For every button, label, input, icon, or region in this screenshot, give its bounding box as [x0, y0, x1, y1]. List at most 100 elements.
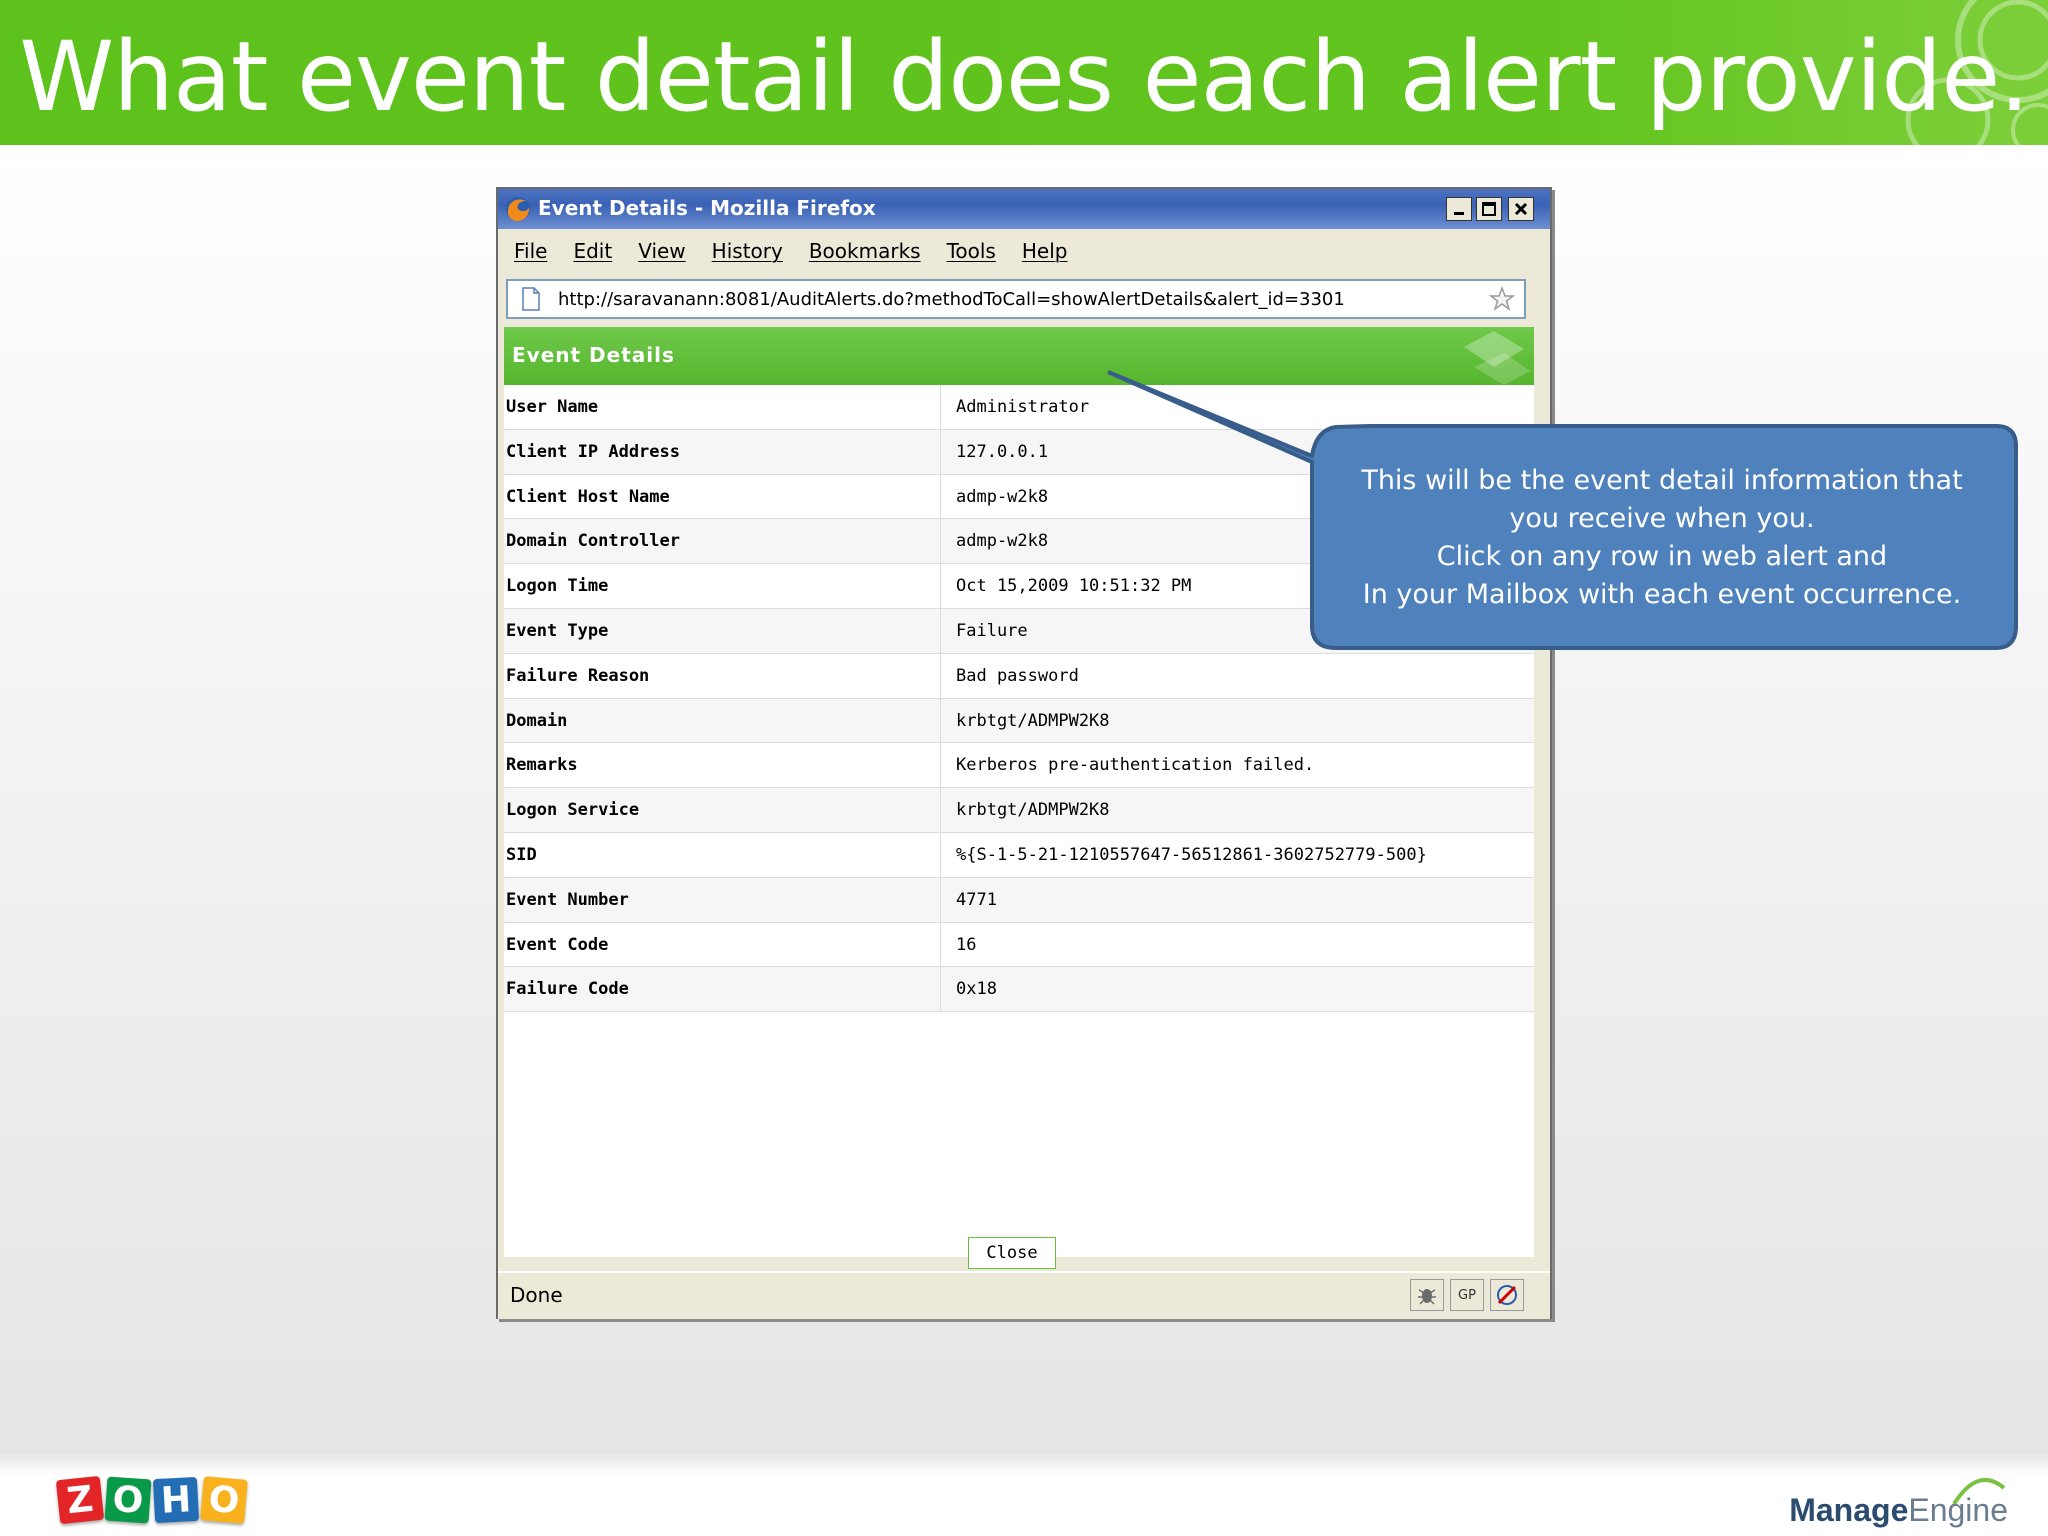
zoho-logo: Z O H O	[55, 1475, 250, 1526]
table-row[interactable]: SID %{S-1-5-21-1210557647-56512861-360275…	[504, 832, 1534, 878]
slide-header: What event detail does each alert provid…	[0, 0, 2048, 145]
row-label: Event Number	[506, 889, 629, 910]
row-label: Client IP Address	[506, 441, 680, 462]
menu-help[interactable]: Help	[1022, 239, 1068, 263]
row-label: Remarks	[506, 755, 578, 776]
blocked-icon	[1497, 1285, 1517, 1305]
brand-light: Engine	[1908, 1492, 2008, 1528]
addon-bug-icon[interactable]	[1410, 1279, 1444, 1311]
cell-divider	[940, 832, 941, 877]
row-value: Kerberos pre-authentication failed.	[956, 755, 1315, 776]
row-value: 16	[956, 934, 977, 955]
row-label: SID	[506, 844, 537, 865]
row-value: 127.0.0.1	[956, 441, 1049, 462]
maximize-icon	[1482, 202, 1496, 216]
row-label: Event Code	[506, 934, 609, 955]
manageengine-logo: ManageEngine	[1758, 1474, 2008, 1530]
menu-tools[interactable]: Tools	[947, 239, 996, 263]
manageengine-wordmark: ManageEngine	[1789, 1492, 2008, 1529]
menu-view[interactable]: View	[638, 239, 685, 263]
table-row[interactable]: Remarks Kerberos pre-authentication faile…	[504, 743, 1534, 789]
row-value: 4771	[956, 889, 997, 910]
window-titlebar[interactable]: Event Details - Mozilla Firefox	[498, 189, 1550, 229]
row-label: Client Host Name	[506, 486, 670, 507]
row-value: Failure	[956, 620, 1028, 641]
cell-divider	[940, 385, 941, 429]
slide-title: What event detail does each alert provid…	[19, 21, 2030, 133]
status-text: Done	[510, 1283, 563, 1307]
row-label: Domain	[506, 710, 568, 731]
minimize-icon	[1454, 212, 1464, 215]
row-value: Oct 15,2009 10:51:32 PM	[956, 576, 1192, 597]
blocked-addon-icon[interactable]	[1490, 1279, 1524, 1311]
brand-bold: Manage	[1789, 1492, 1909, 1528]
maximize-button[interactable]	[1476, 197, 1502, 221]
row-value: krbtgt/ADMPW2K8	[956, 710, 1110, 731]
row-value: %{S-1-5-21-1210557647-56512861-360275277…	[956, 844, 1427, 865]
row-label: Failure Code	[506, 979, 629, 1000]
row-value: krbtgt/ADMPW2K8	[956, 800, 1110, 821]
firefox-window: Event Details - Mozilla Firefox File Edi…	[496, 187, 1552, 1319]
callout-line: This will be the event detail informatio…	[1361, 465, 1963, 496]
row-value: admp-w2k8	[956, 531, 1049, 552]
cell-divider	[940, 743, 941, 788]
row-label: User Name	[506, 397, 599, 417]
status-bar: Done GP	[498, 1271, 1550, 1319]
close-button[interactable]: Close	[968, 1237, 1056, 1269]
window-title: Event Details - Mozilla Firefox	[538, 196, 876, 220]
cell-divider	[940, 564, 941, 608]
menu-bookmarks[interactable]: Bookmarks	[809, 239, 921, 263]
row-label: Failure Reason	[506, 665, 650, 686]
cell-divider	[940, 922, 941, 967]
row-value: 0x18	[956, 979, 997, 1000]
event-details-banner: Event Details	[504, 327, 1534, 385]
table-row[interactable]: Logon Service krbtgt/ADMPW2K8	[504, 788, 1534, 833]
menu-edit[interactable]: Edit	[573, 239, 612, 263]
cell-divider	[940, 429, 941, 474]
banner-decoration-icon	[1464, 331, 1530, 385]
row-value: Administrator	[956, 397, 1090, 417]
cell-divider	[940, 474, 941, 519]
zoho-tile: Z	[55, 1475, 105, 1525]
cell-divider	[940, 877, 941, 922]
table-row[interactable]: User Name Administrator	[504, 385, 1534, 430]
cell-divider	[940, 698, 941, 743]
row-value: admp-w2k8	[956, 486, 1049, 507]
slide-footer: Z O H O ManageEngine	[0, 1450, 2048, 1536]
callout-line: Click on any row in web alert and	[1436, 541, 1888, 572]
row-label: Event Type	[506, 620, 609, 641]
callout-text: This will be the event detail informatio…	[1320, 462, 2004, 614]
row-value: Bad password	[956, 665, 1079, 686]
cell-divider	[940, 608, 941, 653]
table-row[interactable]: Event Number 4771	[504, 877, 1534, 923]
table-row[interactable]: Failure Reason Bad password	[504, 653, 1534, 699]
row-label: Logon Time	[506, 576, 609, 597]
event-details-heading: Event Details	[512, 343, 675, 367]
cell-divider	[940, 967, 941, 1012]
table-row[interactable]: Event Type Failure	[504, 608, 1534, 654]
address-bar[interactable]: http://saravanann:8081/AuditAlerts.do?me…	[506, 279, 1526, 319]
row-label: Logon Service	[506, 800, 640, 821]
cell-divider	[940, 519, 941, 564]
cell-divider	[940, 653, 941, 698]
menu-bar: File Edit View History Bookmarks Tools H…	[498, 231, 1550, 271]
close-window-button[interactable]	[1508, 197, 1534, 221]
table-row[interactable]: Event Code 16	[504, 922, 1534, 968]
menu-history[interactable]: History	[712, 239, 783, 263]
table-row[interactable]: Failure Code 0x18	[504, 967, 1534, 1013]
zoho-tile: H	[152, 1476, 200, 1524]
zoho-tile: O	[200, 1476, 248, 1524]
zoho-tile: O	[104, 1476, 152, 1524]
callout-line: In your Mailbox with each event occurren…	[1362, 579, 1962, 610]
menu-file[interactable]: File	[514, 239, 547, 263]
table-row[interactable]: Domain krbtgt/ADMPW2K8	[504, 698, 1534, 744]
bug-icon	[1418, 1289, 1436, 1305]
callout-line: you receive when you.	[1509, 503, 1815, 534]
url-text[interactable]: http://saravanann:8081/AuditAlerts.do?me…	[558, 289, 1345, 310]
gp-button[interactable]: GP	[1450, 1279, 1484, 1311]
page-icon	[522, 287, 540, 311]
minimize-button[interactable]	[1446, 197, 1472, 221]
firefox-icon	[506, 197, 530, 222]
bookmark-star-icon[interactable]	[1488, 285, 1516, 313]
close-icon	[1514, 202, 1528, 216]
